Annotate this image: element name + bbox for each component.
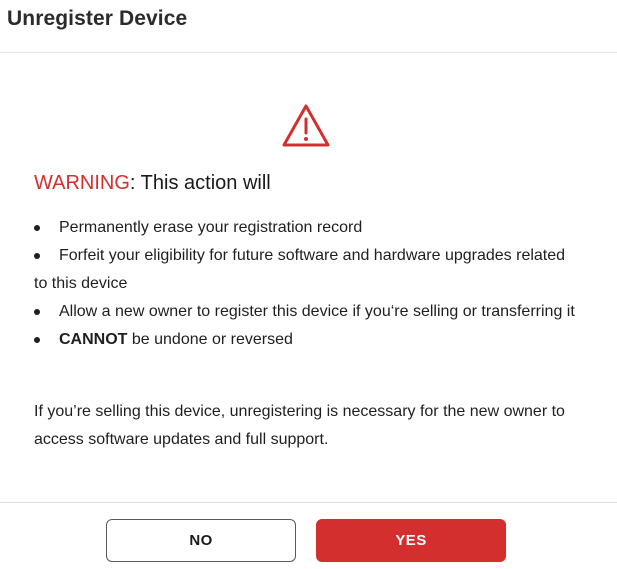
list-item-emphasis: CANNOT	[59, 331, 128, 348]
warning-heading: WARNING: This action will	[34, 172, 271, 195]
selling-note: If you’re selling this device, unregiste…	[34, 403, 565, 448]
dialog-footer: NO YES	[0, 502, 617, 569]
list-item-text: be undone or reversed	[127, 331, 293, 348]
bullet-icon	[34, 337, 40, 343]
dialog-title: Unregister Device	[7, 7, 188, 30]
unregister-device-dialog: Unregister Device WARNING: This action w…	[0, 0, 617, 569]
warning-label: WARNING	[34, 172, 130, 194]
list-item-text: Allow a new owner to register this devic…	[59, 303, 575, 320]
dialog-body: WARNING: This action will Permanently er…	[0, 54, 617, 502]
warning-triangle-icon	[282, 104, 330, 147]
list-item-text: Forfeit your eligibility for future soft…	[34, 247, 566, 292]
list-item: CANNOT be undone or reversed	[34, 326, 579, 354]
no-button[interactable]: NO	[106, 519, 296, 562]
bullet-icon	[34, 225, 40, 231]
dialog-header: Unregister Device	[0, 0, 617, 53]
list-item: Allow a new owner to register this devic…	[34, 298, 579, 326]
consequence-list: Permanently erase your registration reco…	[34, 214, 579, 354]
list-item: Permanently erase your registration reco…	[34, 214, 579, 242]
bullet-icon	[34, 253, 40, 259]
warning-heading-text: : This action will	[129, 172, 271, 194]
list-item-text: Permanently erase your registration reco…	[59, 219, 363, 236]
bullet-icon	[34, 309, 40, 315]
yes-button[interactable]: YES	[316, 519, 506, 562]
list-item: Forfeit your eligibility for future soft…	[34, 242, 579, 298]
